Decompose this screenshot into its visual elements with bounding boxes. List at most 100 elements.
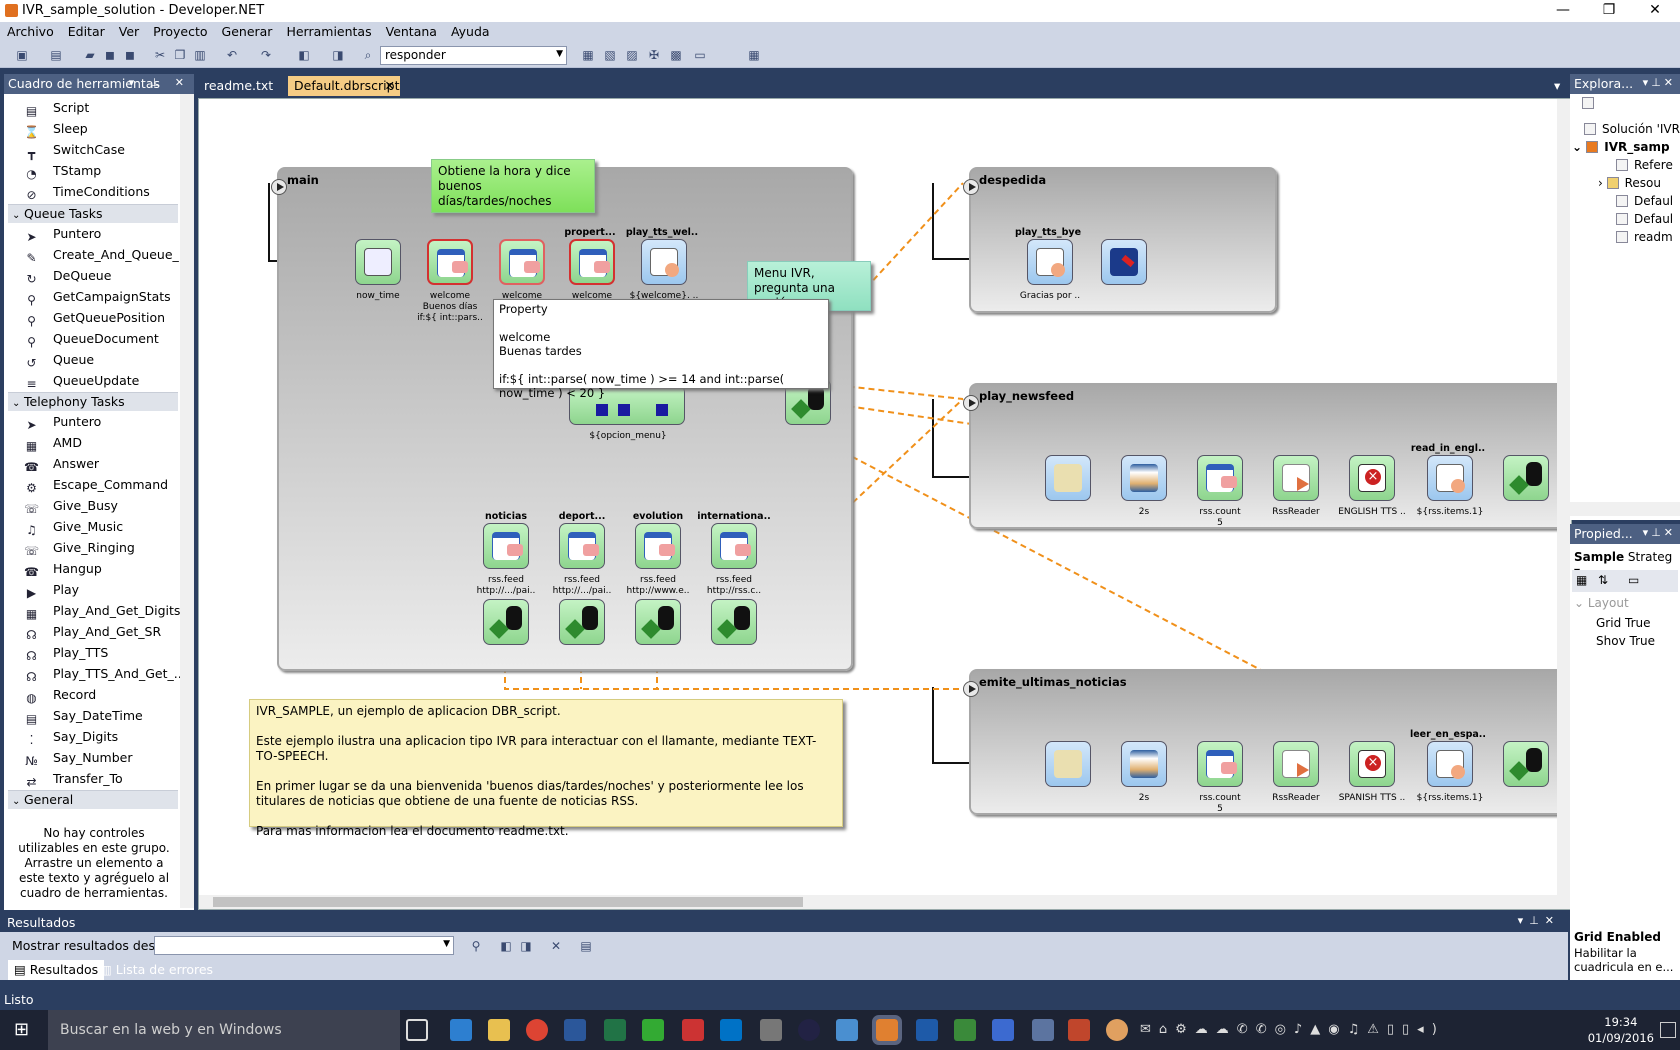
find-icon[interactable]: ⌕	[360, 47, 376, 63]
node-rss-reader[interactable]	[1273, 455, 1319, 501]
panel-buttons[interactable]: ▾⊥✕	[1643, 526, 1676, 539]
categorized-icon[interactable]: ▦	[1576, 573, 1587, 587]
taskbar-clock[interactable]: 19:34 01/09/2016	[1588, 1014, 1654, 1046]
toolbox-item-say-datetime[interactable]: ▤ Say_DateTime	[24, 706, 143, 726]
windows-start-icon[interactable]: ⊞	[14, 1021, 32, 1039]
toolbox-item-hangup[interactable]: ☎ Hangup	[24, 559, 102, 579]
node-read-in-english[interactable]	[1427, 455, 1473, 501]
property-row-show[interactable]: Shov True	[1596, 634, 1655, 648]
object-browser-icon[interactable]: ▨	[624, 47, 640, 63]
toolbox-item-give-ringing[interactable]: ☏ Give_Ringing	[24, 538, 135, 558]
media-app-icon[interactable]	[1106, 1019, 1128, 1041]
paste-icon[interactable]: ▥	[192, 47, 208, 63]
file-explorer-icon[interactable]	[488, 1019, 510, 1041]
toolbox-category-telephony[interactable]: ⌄ Telephony Tasks	[8, 392, 178, 411]
task-view-icon[interactable]	[406, 1019, 428, 1041]
tree-project[interactable]: ⌄ IVR_samp	[1572, 140, 1670, 154]
menu-ayuda[interactable]: Ayuda	[444, 22, 497, 39]
property-category[interactable]: ⌄ Layout	[1574, 596, 1629, 610]
toolbox-item-play-and-get-sr[interactable]: ☊ Play_And_Get_SR	[24, 622, 161, 642]
toolbox-item-play[interactable]: ▶ Play	[24, 580, 79, 600]
menu-archivo[interactable]: Archivo	[0, 22, 61, 39]
word-wrap-icon[interactable]: ▤	[578, 938, 594, 954]
tree-solution[interactable]: Solución 'IVR	[1584, 122, 1680, 136]
menu-editar[interactable]: Editar	[61, 22, 112, 39]
open-icon[interactable]: ▰	[82, 47, 98, 63]
node-sleep-2[interactable]	[1121, 741, 1167, 787]
toolbox-item-puntero-tel[interactable]: ➤ Puntero	[24, 412, 101, 432]
tree-default-2[interactable]: Defaul	[1616, 212, 1673, 226]
toolbox-item-record[interactable]: ◍ Record	[24, 685, 96, 705]
alphabetical-icon[interactable]: ⇅	[1598, 573, 1608, 587]
play-icon[interactable]	[963, 681, 979, 697]
prev-message-icon[interactable]: ◧	[498, 938, 514, 954]
toolbox-item-play-tts[interactable]: ☊ Play_TTS	[24, 643, 108, 663]
node-rss-noticias[interactable]	[483, 523, 529, 569]
add-item-icon[interactable]: ▤	[48, 47, 64, 63]
toolbox-item-amd[interactable]: ▦ AMD	[24, 433, 82, 453]
redo-icon[interactable]: ↷	[258, 47, 274, 63]
toolbox-item-tstamp[interactable]: ◔ TStamp	[24, 161, 101, 181]
node-play-tts-welcome[interactable]	[641, 239, 687, 285]
toolbox-item-dequeue[interactable]: ↻ DeQueue	[24, 266, 111, 286]
clear-all-icon[interactable]: ✕	[548, 938, 564, 954]
calculator-icon[interactable]	[760, 1019, 782, 1041]
toolbox-icon[interactable]: ▩	[668, 47, 684, 63]
tree-references[interactable]: Refere	[1616, 158, 1673, 172]
toolbox-item-getqueueposition[interactable]: ⚲ GetQueuePosition	[24, 308, 165, 328]
node-now-time[interactable]	[355, 239, 401, 285]
script-canvas[interactable]: main despedida play_newsfeed emite_ultim…	[198, 98, 1572, 910]
acrobat-icon[interactable]	[682, 1019, 704, 1041]
toolbox-item-say-number[interactable]: № Say_Number	[24, 748, 132, 768]
tab-readme[interactable]: readme.txt	[198, 76, 279, 96]
tree-default-1[interactable]: Defaul	[1616, 194, 1673, 208]
navigate-back-icon[interactable]: ◧	[296, 47, 312, 63]
save-all-icon[interactable]: ◼	[122, 47, 138, 63]
notifications-icon[interactable]	[1660, 1022, 1676, 1038]
tab-results[interactable]: ▤ Resultados	[8, 960, 105, 980]
developer-net-icon[interactable]	[872, 1015, 902, 1045]
properties-icon[interactable]: ▧	[602, 47, 618, 63]
node-exit-2[interactable]	[559, 599, 605, 645]
node-play-music-2[interactable]	[1045, 741, 1091, 787]
toolbox-item-give-busy[interactable]: ☏ Give_Busy	[24, 496, 118, 516]
toolbox-item-sleep[interactable]: ⌛ Sleep	[24, 119, 88, 139]
toolbox-item-switchcase[interactable]: ┳ SwitchCase	[24, 140, 125, 160]
toolbox-item-queuedocument[interactable]: ⚲ QueueDocument	[24, 329, 159, 349]
save-icon[interactable]: ◼	[102, 47, 118, 63]
play-icon[interactable]	[963, 395, 979, 411]
navigate-forward-icon[interactable]: ◨	[330, 47, 346, 63]
menu-proyecto[interactable]: Proyecto	[146, 22, 214, 39]
edge-icon[interactable]	[450, 1019, 472, 1041]
toolbox-item-transfer-to[interactable]: ⇄ Transfer_To	[24, 769, 122, 789]
menu-ver[interactable]: Ver	[112, 22, 146, 39]
toolbox-item-escape-command[interactable]: ⚙ Escape_Command	[24, 475, 168, 495]
toolbox-item-give-music[interactable]: ♫ Give_Music	[24, 517, 123, 537]
powerpoint-icon[interactable]	[1068, 1019, 1090, 1041]
results-source-select[interactable]: ▼	[154, 936, 454, 955]
panel-buttons[interactable]: ▾ ⊥ ✕	[129, 76, 190, 89]
scroll-thumb[interactable]	[213, 897, 803, 907]
outlook-icon[interactable]	[720, 1019, 742, 1041]
tools-icon[interactable]: ✠	[646, 47, 662, 63]
next-message-icon[interactable]: ◨	[518, 938, 534, 954]
toolbox-item-queueupdate[interactable]: ≡ QueueUpdate	[24, 371, 139, 391]
toolbox-item-say-digits[interactable]: ⁚ Say_Digits	[24, 727, 119, 747]
node-exit-3[interactable]	[635, 599, 681, 645]
find-message-icon[interactable]: ⚲	[468, 938, 484, 954]
toolbox-item-play-and-get-digits[interactable]: ▦ Play_And_Get_Digits	[24, 601, 181, 621]
node-exit-4[interactable]	[711, 599, 757, 645]
undo-icon[interactable]: ↶	[224, 47, 240, 63]
explorer-horizontal-scrollbar[interactable]	[1570, 502, 1680, 516]
solution-config-combo[interactable]: responder ▼	[380, 46, 567, 65]
node-exit-1[interactable]	[483, 599, 529, 645]
node-rss-evolution[interactable]	[635, 523, 681, 569]
property-row-grid[interactable]: Grid True	[1596, 616, 1651, 630]
node-welcome-2[interactable]	[499, 239, 545, 285]
remote-desktop-icon[interactable]	[836, 1019, 858, 1041]
note-description[interactable]: IVR_SAMPLE, un ejemplo de aplicacion DBR…	[249, 699, 843, 838]
network-app-icon[interactable]	[1032, 1019, 1054, 1041]
window-icon[interactable]: ▭	[692, 47, 708, 63]
toolbox-item-getcampaignstats[interactable]: ⚲ GetCampaignStats	[24, 287, 171, 307]
menu-herramientas[interactable]: Herramientas	[279, 22, 378, 39]
